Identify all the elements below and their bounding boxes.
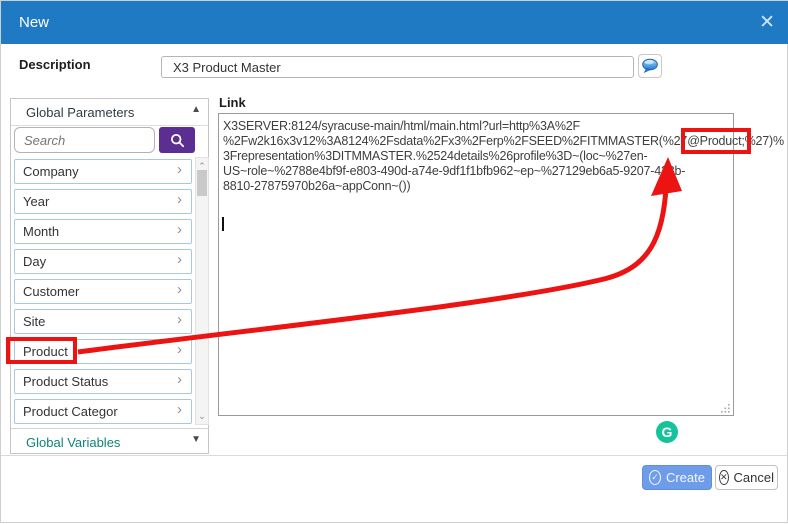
cross-circle-icon: ✕ bbox=[719, 470, 729, 485]
list-item-site[interactable]: Site › bbox=[14, 309, 192, 334]
check-circle-icon: ✓ bbox=[649, 470, 661, 485]
expand-down-icon[interactable]: ▼ bbox=[191, 434, 201, 445]
list-item-label: Product bbox=[23, 344, 68, 359]
close-icon[interactable]: ✕ bbox=[759, 1, 775, 44]
list-item-label: Product Categor bbox=[23, 404, 118, 419]
list-item-day[interactable]: Day › bbox=[14, 249, 192, 274]
list-item-label: Customer bbox=[23, 284, 79, 299]
new-dialog: New ✕ Description Global Parameters ▲ bbox=[0, 0, 788, 523]
chevron-right-icon: › bbox=[177, 311, 182, 328]
link-label: Link bbox=[219, 95, 246, 110]
global-variables-label: Global Variables bbox=[26, 435, 120, 450]
search-input[interactable] bbox=[14, 127, 155, 153]
description-label: Description bbox=[19, 57, 91, 72]
list-item-label: Year bbox=[23, 194, 49, 209]
list-item-month[interactable]: Month › bbox=[14, 219, 192, 244]
scrollbar-thumb[interactable] bbox=[197, 170, 207, 196]
cancel-button[interactable]: ✕ Cancel bbox=[715, 465, 778, 490]
link-line: 8810-27875970b26a~appConn~()) bbox=[223, 179, 729, 194]
link-textarea[interactable]: X3SERVER:8124/syracuse-main/html/main.ht… bbox=[218, 113, 734, 416]
list-item-customer[interactable]: Customer › bbox=[14, 279, 192, 304]
link-line: US~role~%2788e4bf9f-e803-490d-a74e-9df1f… bbox=[223, 164, 729, 179]
list-item-product-category[interactable]: Product Categor › bbox=[14, 399, 192, 424]
chevron-right-icon: › bbox=[177, 341, 182, 358]
chevron-right-icon: › bbox=[177, 161, 182, 178]
comment-bubble-button[interactable] bbox=[638, 54, 662, 78]
chevron-right-icon: › bbox=[177, 281, 182, 298]
dialog-titlebar: New ✕ bbox=[1, 1, 788, 44]
list-item-label: Site bbox=[23, 314, 45, 329]
list-item-label: Product Status bbox=[23, 374, 108, 389]
list-item-label: Company bbox=[23, 164, 79, 179]
list-item-product[interactable]: Product › bbox=[14, 339, 192, 364]
text-cursor bbox=[222, 217, 224, 231]
chevron-right-icon: › bbox=[177, 371, 182, 388]
description-input[interactable] bbox=[161, 56, 634, 78]
scroll-down-icon[interactable]: ⌄ bbox=[196, 411, 208, 421]
chevron-right-icon: › bbox=[177, 251, 182, 268]
speech-bubble-icon bbox=[641, 58, 659, 74]
list-item-label: Day bbox=[23, 254, 46, 269]
link-line: 3Frepresentation%3DITMMASTER.%2524detail… bbox=[223, 149, 729, 164]
global-parameters-header[interactable]: Global Parameters ▲ bbox=[11, 99, 208, 126]
cancel-button-label: Cancel bbox=[734, 470, 774, 485]
footer-divider bbox=[1, 455, 788, 456]
global-parameters-label: Global Parameters bbox=[26, 105, 134, 120]
product-parameter-highlight: @Product; bbox=[687, 134, 744, 148]
list-scrollbar[interactable]: ⌃ ⌄ bbox=[195, 157, 209, 425]
create-button[interactable]: ✓ Create bbox=[642, 465, 712, 490]
chevron-right-icon: › bbox=[177, 401, 182, 418]
search-button[interactable] bbox=[159, 127, 195, 153]
chevron-right-icon: › bbox=[177, 191, 182, 208]
cross-glyph: ✕ bbox=[720, 473, 728, 482]
resize-grip-icon[interactable] bbox=[720, 401, 731, 419]
link-text: %27)% bbox=[745, 134, 784, 148]
search-icon bbox=[170, 133, 185, 148]
dialog-title: New bbox=[19, 1, 49, 44]
list-item-product-status[interactable]: Product Status › bbox=[14, 369, 192, 394]
create-button-label: Create bbox=[666, 470, 705, 485]
grammarly-icon[interactable]: G bbox=[656, 421, 678, 443]
global-variables-header[interactable]: Global Variables ▼ bbox=[11, 428, 208, 454]
collapse-up-icon[interactable]: ▲ bbox=[191, 104, 201, 115]
link-line: X3SERVER:8124/syracuse-main/html/main.ht… bbox=[223, 119, 729, 134]
list-item-company[interactable]: Company › bbox=[14, 159, 192, 184]
parameters-panel: Global Parameters ▲ Company › Year › Mon… bbox=[10, 98, 209, 454]
link-text: %2Fw2k16x3v12%3A8124%2Fsdata%2Fx3%2Ferp%… bbox=[223, 134, 687, 148]
link-line: %2Fw2k16x3v12%3A8124%2Fsdata%2Fx3%2Ferp%… bbox=[223, 134, 729, 149]
chevron-right-icon: › bbox=[177, 221, 182, 238]
list-item-year[interactable]: Year › bbox=[14, 189, 192, 214]
list-item-label: Month bbox=[23, 224, 59, 239]
check-glyph: ✓ bbox=[651, 473, 659, 482]
